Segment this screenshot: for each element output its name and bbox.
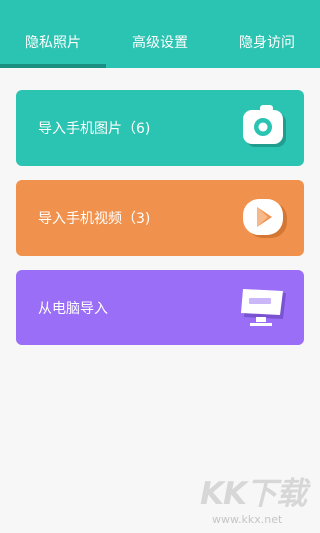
watermark-brand: KK下载 <box>200 476 307 512</box>
watermark-url: www.kkx.net <box>212 513 283 526</box>
play-icon <box>243 199 287 238</box>
import-photos-card[interactable]: 导入手机图片（6) <box>16 90 304 166</box>
import-from-pc-label: 从电脑导入 <box>38 300 108 317</box>
active-tab-indicator <box>0 64 106 68</box>
import-from-pc-card[interactable]: 从电脑导入 <box>16 270 304 345</box>
tab-private-photos[interactable]: 隐私照片 <box>0 32 106 54</box>
top-tab-bar: 隐私照片 高级设置 隐身访问 <box>0 0 320 68</box>
import-photos-label: 导入手机图片（6) <box>38 121 151 137</box>
monitor-icon <box>241 288 286 326</box>
import-videos-card[interactable]: 导入手机视频（3) <box>16 180 304 256</box>
tab-advanced-settings[interactable]: 高级设置 <box>107 32 213 54</box>
import-videos-label: 导入手机视频（3) <box>38 211 151 227</box>
camera-icon <box>243 105 286 147</box>
tab-stealth-access[interactable]: 隐身访问 <box>214 32 320 54</box>
watermark: KK下载 www.kkx.net <box>200 468 316 528</box>
